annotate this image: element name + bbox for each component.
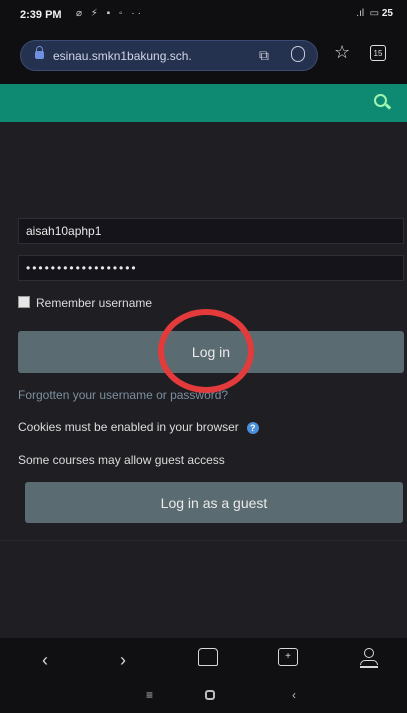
status-bar: 2:39 PM ⌀ ⚡ ▪ ◦ ·· .ıl ▭ 25	[0, 0, 407, 30]
lock-icon	[35, 46, 44, 59]
password-input[interactable]	[18, 255, 404, 281]
browser-toolbar: esinau.smkn1bakung.sch. ⧉ ☆ 15	[0, 30, 407, 84]
forgot-password-link[interactable]: Forgotten your username or password?	[18, 388, 228, 402]
battery-level: 25	[381, 8, 393, 19]
guest-note: Some courses may allow guest access	[18, 453, 225, 467]
profile-head	[364, 648, 374, 658]
shield-icon[interactable]	[291, 46, 305, 62]
status-time: 2:39 PM	[20, 9, 62, 21]
login-page: Remember username Log in Forgotten your …	[0, 122, 407, 638]
cookies-note: Cookies must be enabled in your browser?	[18, 420, 259, 434]
notification-icons: ⌀ ⚡ ▪ ◦ ··	[76, 8, 144, 19]
remember-label: Remember username	[36, 296, 153, 310]
new-tab-icon[interactable]: +	[278, 648, 298, 666]
battery-icon: ▭	[369, 8, 380, 19]
browser-nav-bar: ‹ › + ≡ ‹	[0, 638, 407, 713]
divider	[0, 540, 407, 541]
cookies-note-text: Cookies must be enabled in your browser	[18, 420, 239, 434]
annotation-circle	[158, 309, 254, 393]
guest-login-button[interactable]: Log in as a guest	[25, 482, 403, 523]
reader-mode-icon[interactable]: ⧉	[259, 47, 269, 64]
help-icon[interactable]: ?	[246, 422, 259, 434]
bookmark-star-icon[interactable]: ☆	[334, 42, 350, 63]
remember-username[interactable]: Remember username	[18, 296, 152, 310]
site-header	[0, 84, 407, 122]
recents-icon[interactable]: ≡	[146, 688, 153, 702]
tab-count-icon[interactable]: 15	[370, 45, 386, 61]
home-icon[interactable]	[198, 648, 218, 666]
remember-checkbox[interactable]	[18, 296, 30, 308]
system-home-icon[interactable]	[205, 690, 215, 700]
status-right: .ıl ▭ 25	[356, 8, 393, 19]
signal-icon: .ıl	[356, 8, 365, 19]
profile-line	[360, 666, 378, 668]
url-text[interactable]: esinau.smkn1bakung.sch.	[53, 49, 253, 63]
system-back-icon[interactable]: ‹	[292, 688, 296, 702]
forward-icon[interactable]: ›	[120, 650, 126, 671]
profile-body	[360, 660, 378, 665]
profile-icon[interactable]	[360, 648, 378, 668]
username-input[interactable]	[18, 218, 404, 244]
search-icon[interactable]	[374, 94, 387, 107]
address-bar[interactable]: esinau.smkn1bakung.sch. ⧉	[20, 40, 318, 71]
back-icon[interactable]: ‹	[42, 650, 48, 671]
